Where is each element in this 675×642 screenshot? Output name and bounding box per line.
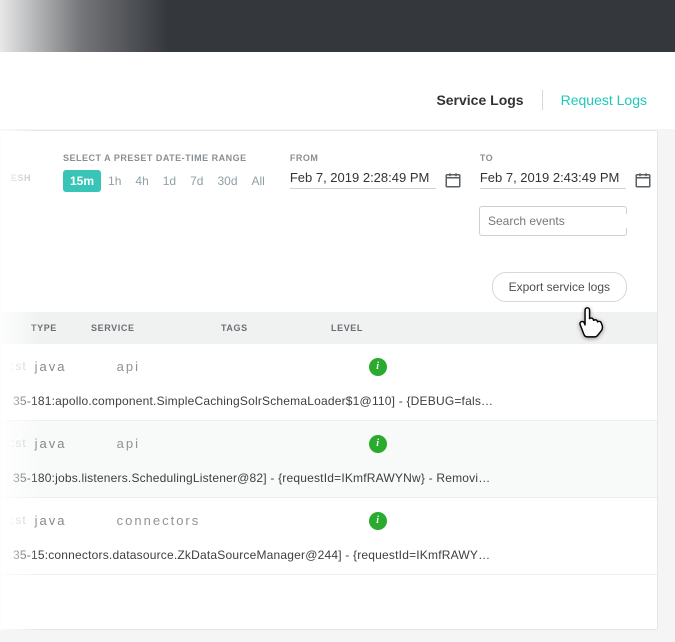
table-row[interactable]: :st java connectors i 35-15:connectors.d… (1, 498, 657, 575)
level-cell: i (347, 510, 447, 530)
from-value: Feb 7, 2019 2:28:49 PM (290, 170, 436, 189)
table-header: TYPE SERVICE TAGS LEVEL (1, 312, 657, 344)
preset-1d[interactable]: 1d (156, 170, 183, 192)
calendar-icon[interactable] (634, 171, 652, 189)
search-box[interactable] (479, 206, 627, 236)
calendar-icon[interactable] (444, 171, 462, 189)
tab-service-logs[interactable]: Service Logs (436, 92, 523, 108)
type-cell: java (27, 513, 107, 528)
col-service-header: SERVICE (81, 323, 211, 333)
preset-15m[interactable]: 15m (63, 170, 101, 192)
preset-7d[interactable]: 7d (183, 170, 210, 192)
service-cell: connectors (107, 513, 237, 528)
presets: 15m 1h 4h 1d 7d 30d All (63, 170, 272, 192)
preset-all[interactable]: All (245, 170, 272, 192)
header-bar (0, 0, 675, 52)
service-cell: api (107, 436, 237, 451)
to-label: TO (480, 153, 652, 163)
info-level-icon: i (369, 512, 387, 530)
service-cell: api (107, 359, 237, 374)
table-row[interactable]: :st java api i 35-181:apollo.component.S… (1, 344, 657, 421)
search-input[interactable] (488, 214, 643, 228)
tabs-area: Service Logs Request Logs (0, 71, 675, 129)
type-cell: java (27, 436, 107, 451)
from-col: FROM Feb 7, 2019 2:28:49 PM (290, 153, 462, 189)
table-row[interactable]: :st java api i 35-180:jobs.listeners.Sch… (1, 421, 657, 498)
from-input[interactable]: Feb 7, 2019 2:28:49 PM (290, 170, 462, 189)
level-cell: i (347, 433, 447, 453)
col-level-header: LEVEL (321, 323, 421, 333)
preset-col: SELECT A PRESET DATE-TIME RANGE 15m 1h 4… (63, 153, 272, 192)
from-label: FROM (290, 153, 462, 163)
to-value: Feb 7, 2019 2:43:49 PM (480, 170, 626, 189)
level-cell: i (347, 356, 447, 376)
log-detail: 35-15:connectors.datasource.ZkDataSource… (1, 542, 657, 574)
info-level-icon: i (369, 435, 387, 453)
type-cell: java (27, 359, 107, 374)
log-detail: 35-181:apollo.component.SimpleCachingSol… (1, 388, 657, 420)
col-tags-header: TAGS (211, 323, 321, 333)
preset-4h[interactable]: 4h (128, 170, 155, 192)
to-input[interactable]: Feb 7, 2019 2:43:49 PM (480, 170, 652, 189)
preset-label: SELECT A PRESET DATE-TIME RANGE (63, 153, 272, 163)
preset-1h[interactable]: 1h (101, 170, 128, 192)
main-panel: ESH SELECT A PRESET DATE-TIME RANGE 15m … (0, 130, 658, 630)
st-cell: :st (1, 436, 27, 450)
logs-table: TYPE SERVICE TAGS LEVEL :st java api i 3… (1, 312, 657, 575)
export-service-logs-button[interactable]: Export service logs (492, 272, 627, 302)
filters-row: SELECT A PRESET DATE-TIME RANGE 15m 1h 4… (1, 131, 657, 192)
white-strip (0, 52, 675, 71)
export-row: Export service logs (1, 236, 657, 302)
tab-request-logs[interactable]: Request Logs (561, 92, 647, 108)
to-col: TO Feb 7, 2019 2:43:49 PM (480, 153, 652, 189)
search-row (1, 192, 657, 236)
tab-divider (542, 90, 543, 110)
log-detail: 35-180:jobs.listeners.SchedulingListener… (1, 465, 657, 497)
preset-30d[interactable]: 30d (210, 170, 244, 192)
st-cell: :st (1, 513, 27, 527)
st-cell: :st (1, 359, 27, 373)
refresh-label-partial: ESH (11, 173, 31, 183)
col-type-header: TYPE (1, 323, 81, 333)
info-level-icon: i (369, 358, 387, 376)
